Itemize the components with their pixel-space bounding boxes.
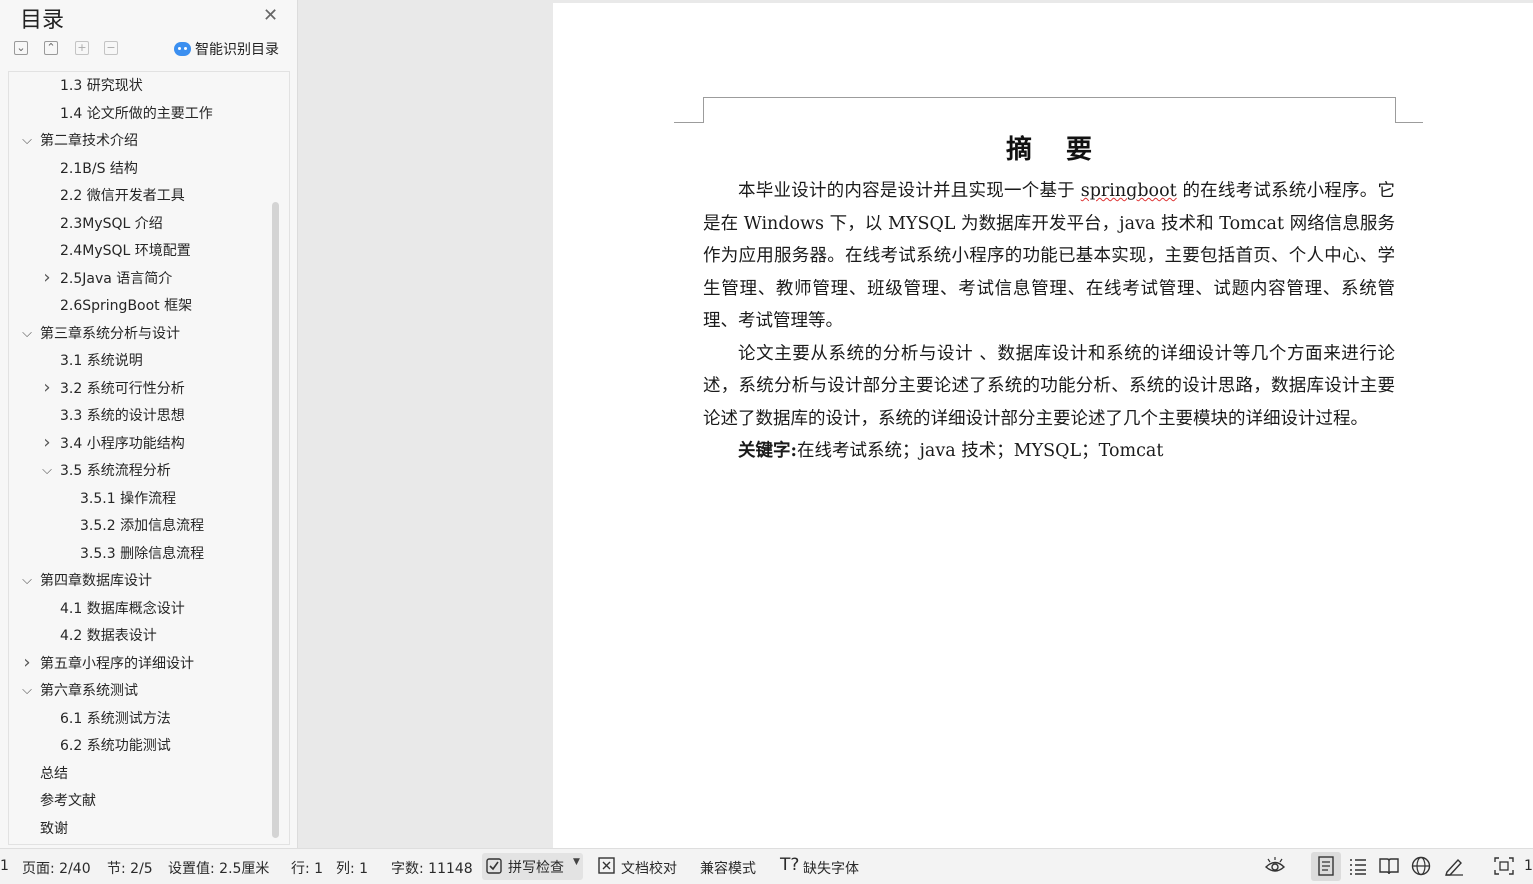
doc-check-icon[interactable] — [598, 857, 616, 875]
toc-item[interactable]: 6.1 系统测试方法 — [60, 707, 171, 731]
spellcheck-label: 拼写检查 — [508, 860, 564, 876]
header-line — [703, 97, 1395, 98]
reading-view-icon[interactable] — [1378, 856, 1400, 876]
toc-list: 1.3 研究现状 1.4 论文所做的主要工作第二章技术介绍 ⌵ 2.1B/S 结构 2.… — [9, 72, 271, 844]
abstract-paragraph: 本毕业设计的内容是设计并且实现一个基于 springboot 的在线考试系统小程… — [703, 175, 1395, 338]
toc-item[interactable]: 3.1 系统说明 — [60, 349, 143, 373]
chevron-right-icon[interactable]: › — [40, 378, 54, 396]
collapse-all-icon[interactable]: ⌃ — [44, 41, 58, 55]
toc-title: 目录 — [20, 8, 65, 33]
web-view-icon[interactable] — [1410, 856, 1432, 876]
chevron-right-icon[interactable]: › — [20, 653, 34, 671]
toc-item[interactable]: 2.3MySQL 介绍 — [60, 212, 163, 236]
crop-mark — [1395, 97, 1396, 122]
status-edge-right: 1 — [1524, 858, 1533, 874]
status-page[interactable]: 页面: 2/40 — [22, 858, 91, 878]
spellcheck-icon — [486, 858, 502, 874]
smart-toc-label: 智能识别目录 — [195, 42, 279, 58]
abstract-paragraph: 论文主要从系统的分析与设计 、数据库设计和系统的详细设计等几个方面来进行论述，系… — [703, 343, 1395, 429]
status-col[interactable]: 列: 1 — [336, 858, 368, 878]
missing-font-label[interactable]: 缺失字体 — [803, 858, 859, 878]
abstract-body[interactable]: 本毕业设计的内容是设计并且实现一个基于 springboot 的在线考试系统小程… — [703, 175, 1395, 468]
toc-item[interactable]: 致谢 — [40, 817, 68, 841]
toc-item[interactable]: 2.1B/S 结构 — [60, 157, 138, 181]
toc-item[interactable]: 4.1 数据库概念设计 — [60, 597, 185, 621]
status-section[interactable]: 节: 2/5 — [107, 858, 153, 878]
chevron-right-icon[interactable]: › — [40, 268, 54, 286]
spelling-error-word[interactable]: springboot — [1081, 181, 1177, 201]
chevron-down-icon[interactable]: ⌵ — [20, 134, 34, 148]
document-area: 摘要 本毕业设计的内容是设计并且实现一个基于 springboot 的在线考试系… — [298, 0, 1533, 848]
page-view-icon[interactable] — [1315, 856, 1337, 876]
dropdown-arrow-icon[interactable]: ▼ — [573, 857, 580, 867]
toc-item[interactable]: 第五章小程序的详细设计 — [40, 652, 194, 676]
expand-all-icon[interactable]: ⌄ — [14, 41, 28, 55]
status-bar: 1 页面: 2/40 节: 2/5 设置值: 2.5厘米 行: 1 列: 1 字… — [0, 848, 1533, 884]
spellcheck-button[interactable]: 拼写检查 ▼ — [482, 853, 583, 880]
crop-mark — [1395, 122, 1423, 123]
toc-item[interactable]: 3.3 系统的设计思想 — [60, 404, 185, 428]
toc-item[interactable]: 总结 — [40, 762, 68, 786]
toc-scrollbar[interactable] — [272, 202, 279, 838]
toc-sidebar: 目录 ✕ ⌄ ⌃ + − 智能识别目录 1.3 研究现状 1.4 论文所做的主要工… — [0, 0, 298, 848]
toc-item[interactable]: 参考文献 — [40, 789, 96, 813]
status-word-count[interactable]: 字数: 11148 — [391, 858, 473, 878]
toc-item[interactable]: 第六章系统测试 — [40, 679, 138, 703]
missing-font-icon[interactable]: T? — [780, 855, 799, 875]
chevron-down-icon[interactable]: ⌵ — [40, 464, 54, 478]
write-mode-icon[interactable] — [1443, 856, 1465, 876]
ai-robot-icon — [174, 42, 191, 56]
doc-check-label[interactable]: 文档校对 — [621, 858, 677, 878]
toc-item[interactable]: 2.5Java 语言简介 — [60, 267, 172, 291]
outline-view-icon[interactable] — [1347, 856, 1369, 876]
smart-toc-button[interactable]: 智能识别目录 — [174, 40, 279, 58]
keywords-text: 在线考试系统；java 技术；MYSQL；Tomcat — [796, 441, 1164, 461]
toc-item[interactable]: 3.4 小程序功能结构 — [60, 432, 185, 456]
toc-item[interactable]: 3.5 系统流程分析 — [60, 459, 171, 483]
toc-item[interactable]: 第二章技术介绍 — [40, 129, 138, 153]
chevron-down-icon[interactable]: ⌵ — [20, 574, 34, 588]
abstract-heading: 摘要 — [1005, 135, 1126, 165]
crop-mark — [703, 97, 704, 122]
paragraph-text: 本毕业设计的内容是设计并且实现一个基于 — [738, 181, 1081, 201]
toc-item[interactable]: 第四章数据库设计 — [40, 569, 152, 593]
toc-item[interactable]: 3.5.2 添加信息流程 — [80, 514, 204, 538]
toc-item[interactable]: 6.2 系统功能测试 — [60, 734, 171, 758]
toc-item[interactable]: 1.4 论文所做的主要工作 — [60, 102, 213, 126]
toc-item[interactable]: 2.2 微信开发者工具 — [60, 184, 185, 208]
status-edge-left: 1 — [0, 858, 9, 874]
toc-item[interactable]: 2.4MySQL 环境配置 — [60, 239, 191, 263]
toc-panel: 1.3 研究现状 1.4 论文所做的主要工作第二章技术介绍 ⌵ 2.1B/S 结构 2.… — [8, 71, 290, 845]
chevron-down-icon[interactable]: ⌵ — [20, 684, 34, 698]
toc-item[interactable]: 3.5.3 删除信息流程 — [80, 542, 204, 566]
status-setting[interactable]: 设置值: 2.5厘米 — [168, 858, 269, 878]
chevron-right-icon[interactable]: › — [40, 433, 54, 451]
document-page[interactable]: 摘要 本毕业设计的内容是设计并且实现一个基于 springboot 的在线考试系… — [553, 3, 1533, 848]
eye-protection-icon[interactable] — [1264, 856, 1286, 876]
crop-mark — [674, 122, 704, 123]
keywords-line: 关键字:在线考试系统；java 技术；MYSQL；Tomcat — [703, 435, 1395, 468]
remove-heading-icon[interactable]: − — [104, 41, 118, 55]
fullscreen-icon[interactable] — [1493, 856, 1515, 876]
paragraph-text: 的在线考试系统小程序。它是在 Windows 下，以 MYSQL 为数据库开发平… — [703, 181, 1396, 331]
close-icon[interactable]: ✕ — [263, 5, 278, 26]
toc-item[interactable]: 3.2 系统可行性分析 — [60, 377, 185, 401]
chevron-down-icon[interactable]: ⌵ — [20, 326, 34, 341]
toc-item[interactable]: 2.6SpringBoot 框架 — [60, 294, 192, 318]
add-heading-icon[interactable]: + — [75, 41, 89, 55]
toc-item[interactable]: 第三章系统分析与设计 — [40, 322, 180, 346]
toc-item[interactable]: 1.3 研究现状 — [60, 74, 143, 98]
compat-mode[interactable]: 兼容模式 — [700, 858, 756, 878]
toc-item[interactable]: 3.5.1 操作流程 — [80, 487, 176, 511]
status-row[interactable]: 行: 1 — [291, 858, 323, 878]
toc-item[interactable]: 4.2 数据表设计 — [60, 624, 157, 648]
keywords-label: 关键字: — [738, 441, 797, 461]
